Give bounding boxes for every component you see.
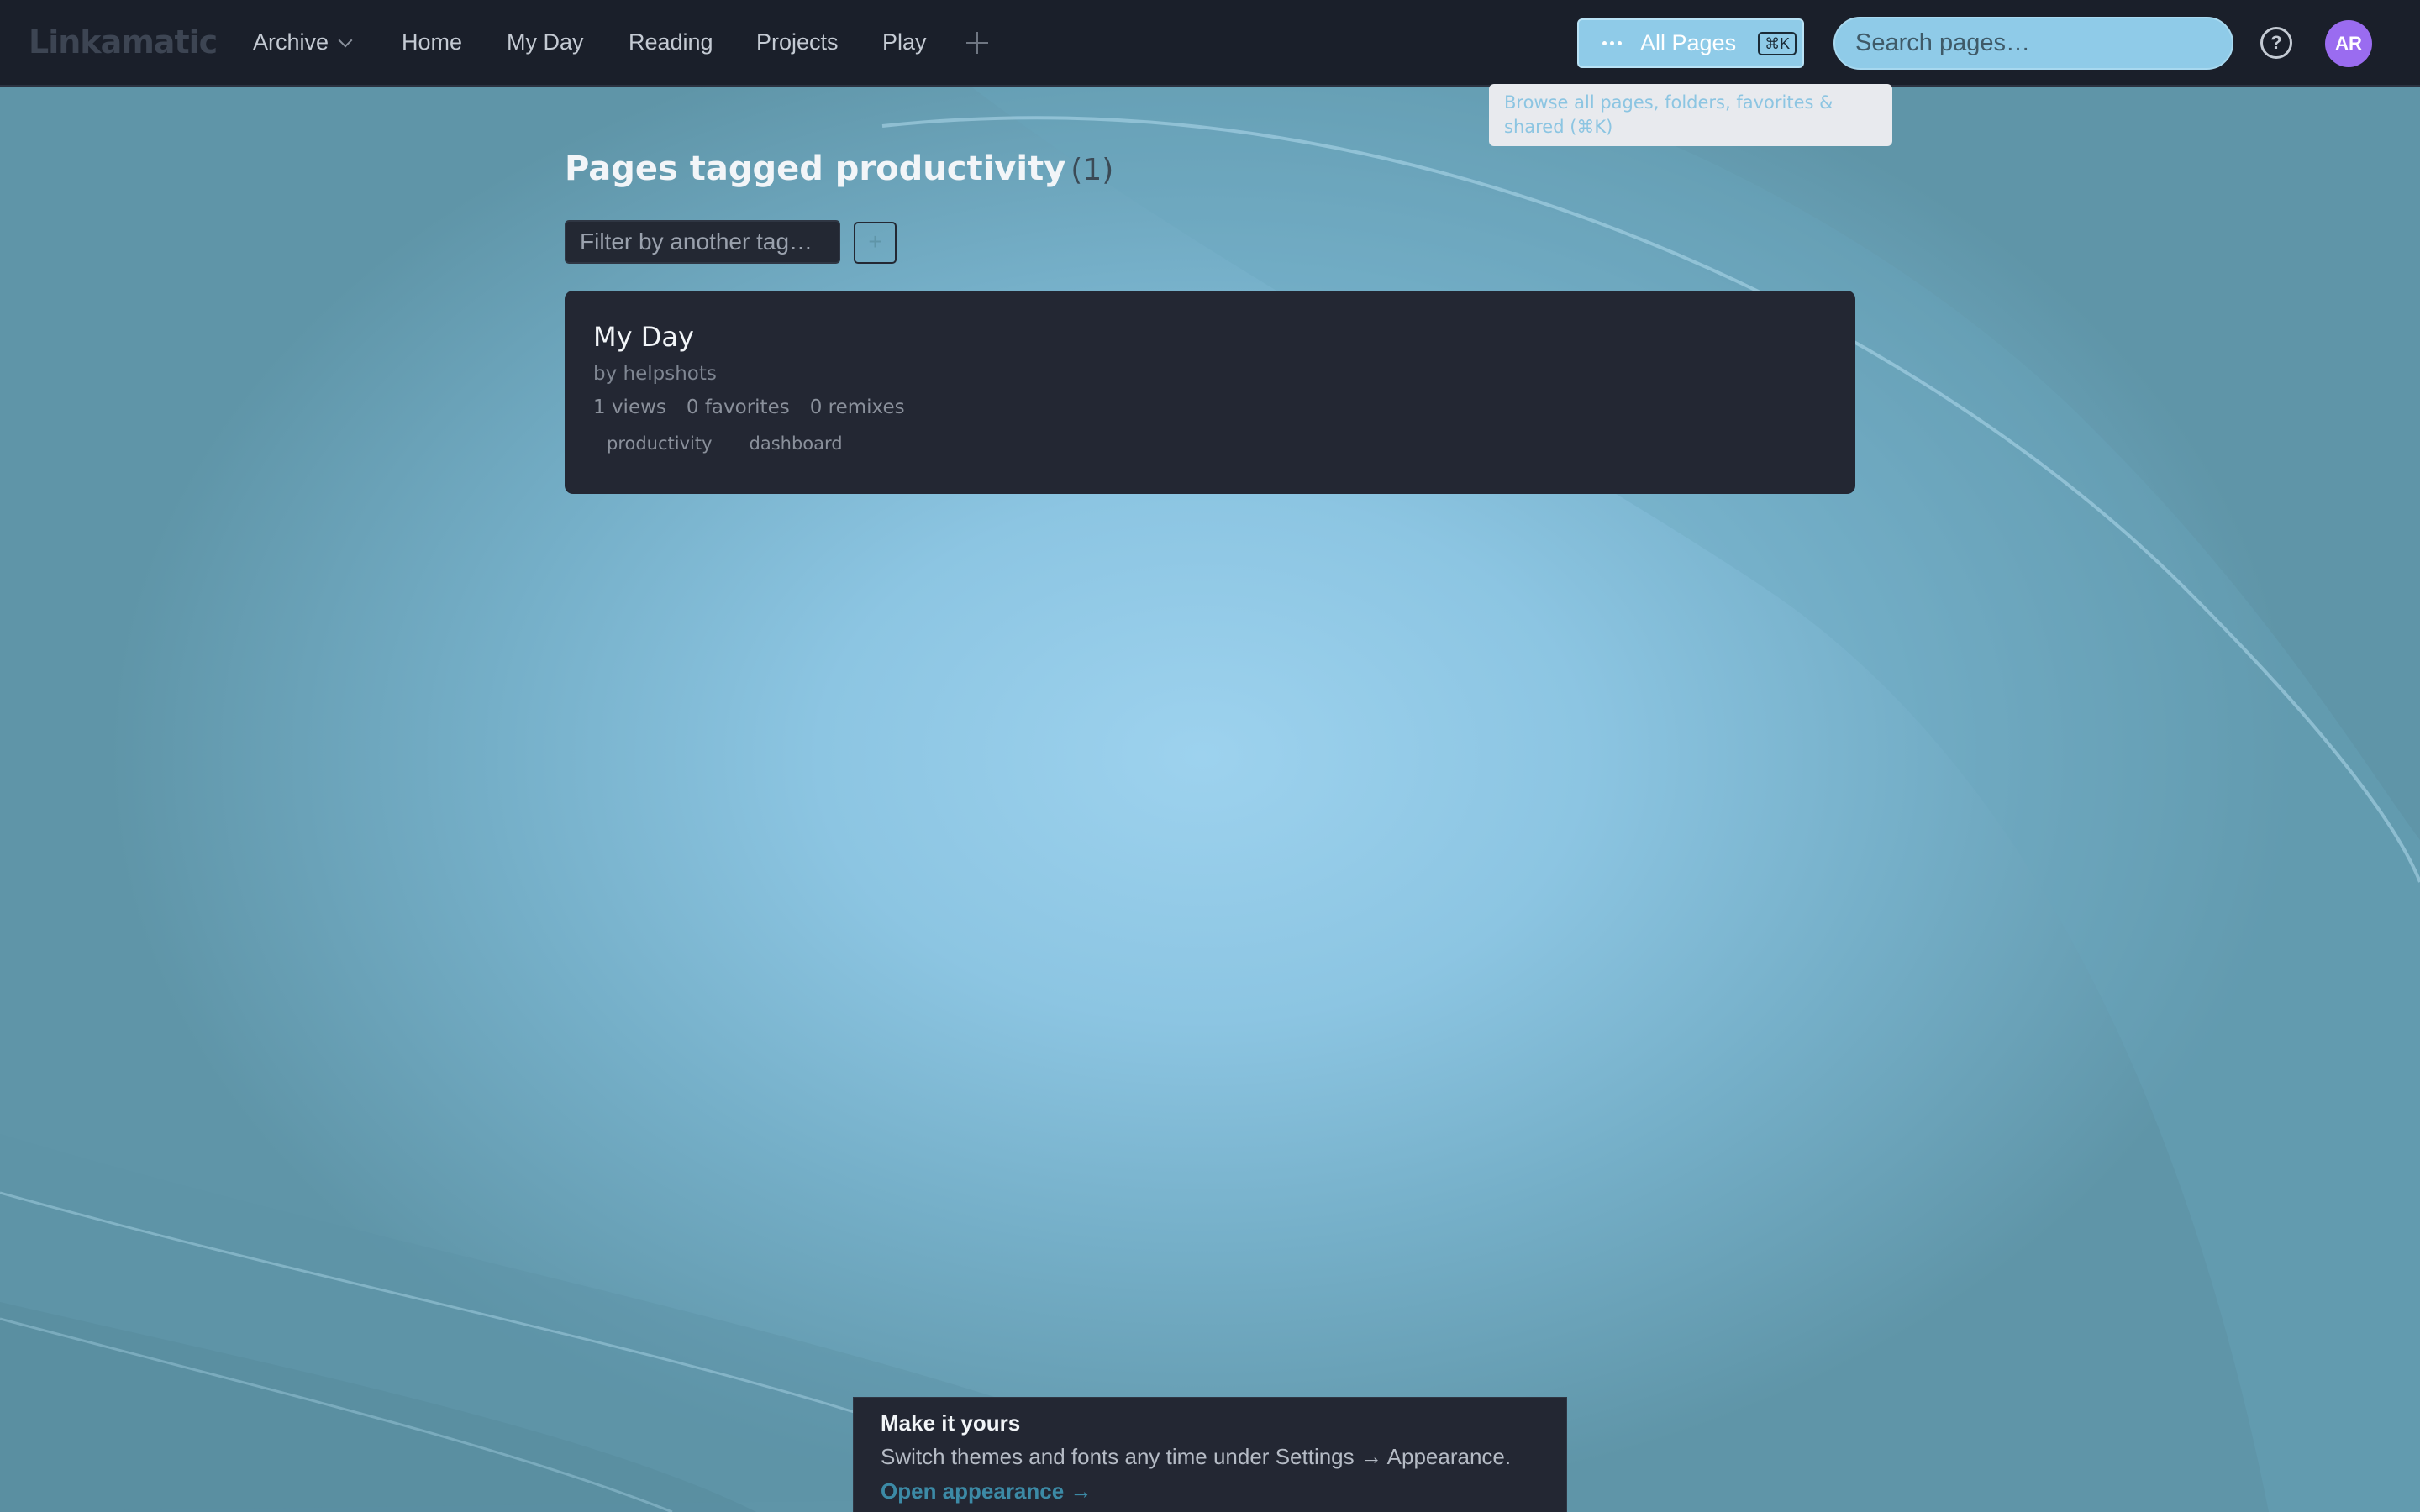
tag-chip-dashboard[interactable]: dashboard: [736, 430, 856, 457]
all-pages-label: All Pages: [1640, 30, 1737, 55]
nav-item-projects[interactable]: Projects: [756, 27, 839, 57]
toast-title: Make it yours: [881, 1410, 1021, 1436]
help-icon[interactable]: ?: [2260, 27, 2292, 59]
toast-body: Switch themes and fonts any time under S…: [881, 1444, 1512, 1469]
page-title-text: Pages tagged productivity: [565, 150, 1066, 188]
result-count: (1): [1071, 153, 1114, 187]
views-count: 1 views: [593, 396, 666, 418]
nav-archive-label: Archive: [253, 29, 329, 55]
shortcut-badge: ⌘K: [1758, 31, 1797, 55]
page-result-card[interactable]: My Day by helpshots 1 views 0 favorites …: [565, 291, 1855, 494]
result-author: by helpshots: [593, 363, 717, 385]
nav-archive-dropdown[interactable]: Archive: [253, 27, 353, 57]
all-pages-button[interactable]: All Pages ⌘K: [1577, 18, 1804, 68]
add-filter-button[interactable]: +: [854, 222, 897, 264]
nav-item-home[interactable]: Home: [402, 27, 462, 57]
open-appearance-link[interactable]: Open appearance →: [881, 1475, 1539, 1507]
result-stats: 1 views 0 favorites 0 remixes: [593, 396, 905, 418]
tag-chip-productivity[interactable]: productivity: [593, 430, 726, 457]
page-title: Pages tagged productivity (1): [565, 150, 1113, 188]
result-title[interactable]: My Day: [593, 321, 694, 353]
appearance-toast: Make it yours Switch themes and fonts an…: [853, 1397, 1567, 1512]
app-logo[interactable]: Linkamatic: [29, 24, 218, 60]
top-bar: Linkamatic Archive Home My Day Reading P…: [0, 0, 2420, 87]
search-input[interactable]: [1833, 17, 2233, 70]
tag-filter-input[interactable]: [565, 220, 840, 264]
result-tags: productivity dashboard: [593, 430, 856, 457]
add-page-plus-icon[interactable]: [966, 32, 988, 54]
all-pages-tooltip: Browse all pages, folders, favorites & s…: [1489, 84, 1892, 146]
user-avatar[interactable]: AR: [2325, 20, 2372, 67]
nav-item-reading[interactable]: Reading: [629, 27, 713, 57]
chevron-down-icon: [338, 33, 353, 48]
background-wave: [0, 29, 2420, 1512]
more-dots-icon: [1602, 41, 1622, 45]
nav-item-my-day[interactable]: My Day: [507, 27, 584, 57]
nav-item-play[interactable]: Play: [882, 27, 927, 57]
favorites-count: 0 favorites: [686, 396, 790, 418]
remixes-count: 0 remixes: [809, 396, 905, 418]
